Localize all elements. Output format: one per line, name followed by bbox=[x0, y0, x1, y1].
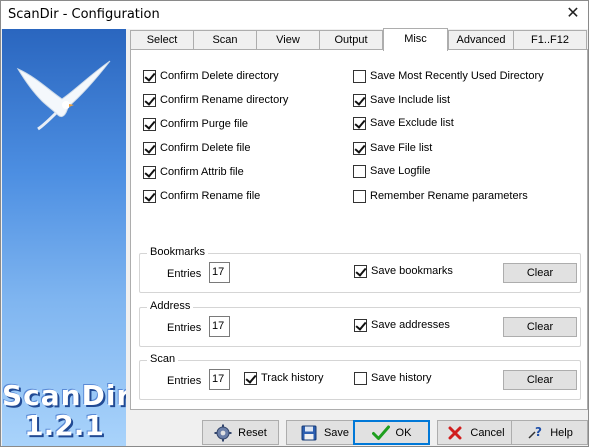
clear-scan-button[interactable]: Clear bbox=[503, 370, 577, 390]
help-question-icon: ? bbox=[526, 424, 544, 442]
tab-view[interactable]: View bbox=[256, 30, 320, 50]
checkbox-label: Confirm Rename file bbox=[160, 190, 261, 202]
tab-scan[interactable]: Scan bbox=[193, 30, 257, 50]
checkbox-box[interactable] bbox=[353, 116, 366, 130]
confirm-purge-file-checkbox[interactable]: Confirm Purge file bbox=[143, 116, 248, 132]
checkbox-label: Save addresses bbox=[371, 319, 450, 331]
seagull-icon bbox=[16, 60, 111, 131]
svg-text:?: ? bbox=[535, 425, 542, 439]
confirm-rename-directory-checkbox[interactable]: Confirm Rename directory bbox=[143, 92, 288, 108]
bookmarks-entries-input[interactable]: 17 bbox=[209, 262, 230, 283]
help-button[interactable]: ? Help bbox=[511, 420, 588, 445]
checkbox-box[interactable] bbox=[353, 141, 366, 155]
checkbox-box[interactable] bbox=[353, 93, 366, 107]
entries-label: Entries bbox=[167, 268, 202, 280]
tab-misc[interactable]: Misc bbox=[383, 28, 448, 51]
checkbox-label: Save File list bbox=[370, 142, 433, 154]
ok-button[interactable]: OK bbox=[353, 420, 430, 445]
checkbox-label: Remember Rename parameters bbox=[370, 190, 528, 202]
save-mru-directory-checkbox[interactable]: Save Most Recently Used Directory bbox=[353, 68, 544, 84]
checkbox-label: Confirm Delete directory bbox=[160, 70, 279, 82]
checkbox-box[interactable] bbox=[143, 69, 156, 83]
checkbox-label: Confirm Delete file bbox=[160, 142, 251, 154]
save-history-checkbox[interactable]: Save history bbox=[354, 370, 432, 386]
checkbox-label: Save Include list bbox=[370, 94, 451, 106]
sidebar-banner: ScanDir 1.2.1 bbox=[2, 29, 126, 446]
checkbox-label: Confirm Rename directory bbox=[160, 94, 289, 106]
button-bar: Reset Save OK Cancel ? Help bbox=[126, 414, 588, 446]
save-logfile-checkbox[interactable]: Save Logfile bbox=[353, 163, 431, 179]
entries-label: Entries bbox=[167, 375, 202, 387]
checkbox-box[interactable] bbox=[353, 164, 366, 178]
clear-bookmarks-button[interactable]: Clear bbox=[503, 263, 577, 283]
save-button[interactable]: Save bbox=[286, 420, 363, 445]
tab-select[interactable]: Select bbox=[130, 30, 194, 50]
group-title: Bookmarks bbox=[147, 246, 209, 258]
confirm-delete-directory-checkbox[interactable]: Confirm Delete directory bbox=[143, 68, 279, 84]
checkbox-box[interactable] bbox=[354, 371, 367, 385]
confirm-attrib-file-checkbox[interactable]: Confirm Attrib file bbox=[143, 164, 244, 180]
cancel-label: Cancel bbox=[470, 426, 505, 439]
help-label: Help bbox=[550, 426, 573, 439]
checkbox-label: Confirm Attrib file bbox=[160, 166, 244, 178]
confirm-delete-file-checkbox[interactable]: Confirm Delete file bbox=[143, 140, 250, 156]
scan-entries-input[interactable]: 17 bbox=[209, 369, 230, 390]
checkbox-label: Save Exclude list bbox=[370, 117, 454, 129]
checkbox-label: Save bookmarks bbox=[371, 265, 453, 277]
address-entries-input[interactable]: 17 bbox=[209, 316, 230, 337]
checkbox-label: Confirm Purge file bbox=[160, 118, 249, 130]
reset-label: Reset bbox=[238, 426, 267, 439]
tab-f1-f12[interactable]: F1..F12 bbox=[513, 30, 587, 50]
save-include-list-checkbox[interactable]: Save Include list bbox=[353, 92, 450, 108]
checkmark-icon bbox=[371, 424, 390, 442]
checkbox-box[interactable] bbox=[143, 117, 156, 131]
clear-address-button[interactable]: Clear bbox=[503, 317, 577, 337]
bookmarks-group: Bookmarks Entries 17 Save bookmarks Clea… bbox=[139, 246, 581, 293]
save-bookmarks-checkbox[interactable]: Save bookmarks bbox=[354, 263, 453, 279]
misc-panel: Confirm Delete directory Confirm Rename … bbox=[130, 49, 588, 410]
save-label: Save bbox=[323, 426, 350, 439]
checkbox-box[interactable] bbox=[354, 264, 367, 278]
close-icon[interactable]: ✕ bbox=[558, 1, 588, 29]
save-file-list-checkbox[interactable]: Save File list bbox=[353, 140, 432, 156]
floppy-disk-icon bbox=[300, 424, 318, 442]
remember-rename-parameters-checkbox[interactable]: Remember Rename parameters bbox=[353, 188, 528, 204]
checkbox-label: Save history bbox=[371, 372, 432, 384]
checkbox-box[interactable] bbox=[143, 93, 156, 107]
gear-icon bbox=[214, 424, 232, 442]
group-title: Scan bbox=[147, 353, 179, 365]
save-addresses-checkbox[interactable]: Save addresses bbox=[354, 317, 450, 333]
checkbox-label: Save Most Recently Used Directory bbox=[370, 70, 544, 82]
address-group: Address Entries 17 Save addresses Clear bbox=[139, 300, 581, 347]
cancel-x-icon bbox=[446, 424, 464, 442]
checkbox-label: Track history bbox=[261, 372, 324, 384]
cancel-button[interactable]: Cancel bbox=[437, 420, 514, 445]
ok-label: OK bbox=[395, 426, 412, 439]
checkbox-box[interactable] bbox=[353, 69, 366, 83]
window-title: ScanDir - Configuration bbox=[8, 7, 160, 22]
checkbox-box[interactable] bbox=[143, 189, 156, 203]
app-version-logo: 1.2.1 bbox=[24, 409, 104, 442]
checkbox-box[interactable] bbox=[143, 165, 156, 179]
scan-group: Scan Entries 17 Track history Save histo… bbox=[139, 353, 581, 400]
checkbox-box[interactable] bbox=[244, 371, 257, 385]
app-name-logo: ScanDir bbox=[2, 379, 126, 412]
save-exclude-list-checkbox[interactable]: Save Exclude list bbox=[353, 115, 454, 131]
checkbox-label: Save Logfile bbox=[370, 165, 431, 177]
configuration-window: ScanDir - Configuration ✕ ScanDir 1.2.1 … bbox=[0, 0, 589, 447]
confirm-rename-file-checkbox[interactable]: Confirm Rename file bbox=[143, 188, 260, 204]
group-title: Address bbox=[147, 300, 194, 312]
track-history-checkbox[interactable]: Track history bbox=[244, 370, 324, 386]
reset-button[interactable]: Reset bbox=[202, 420, 279, 445]
title-bar: ScanDir - Configuration ✕ bbox=[1, 1, 588, 29]
checkbox-box[interactable] bbox=[353, 189, 366, 203]
checkbox-box[interactable] bbox=[354, 318, 367, 332]
tab-advanced[interactable]: Advanced bbox=[448, 30, 514, 50]
checkbox-box[interactable] bbox=[143, 141, 156, 155]
tab-output[interactable]: Output bbox=[319, 30, 383, 50]
entries-label: Entries bbox=[167, 322, 202, 334]
